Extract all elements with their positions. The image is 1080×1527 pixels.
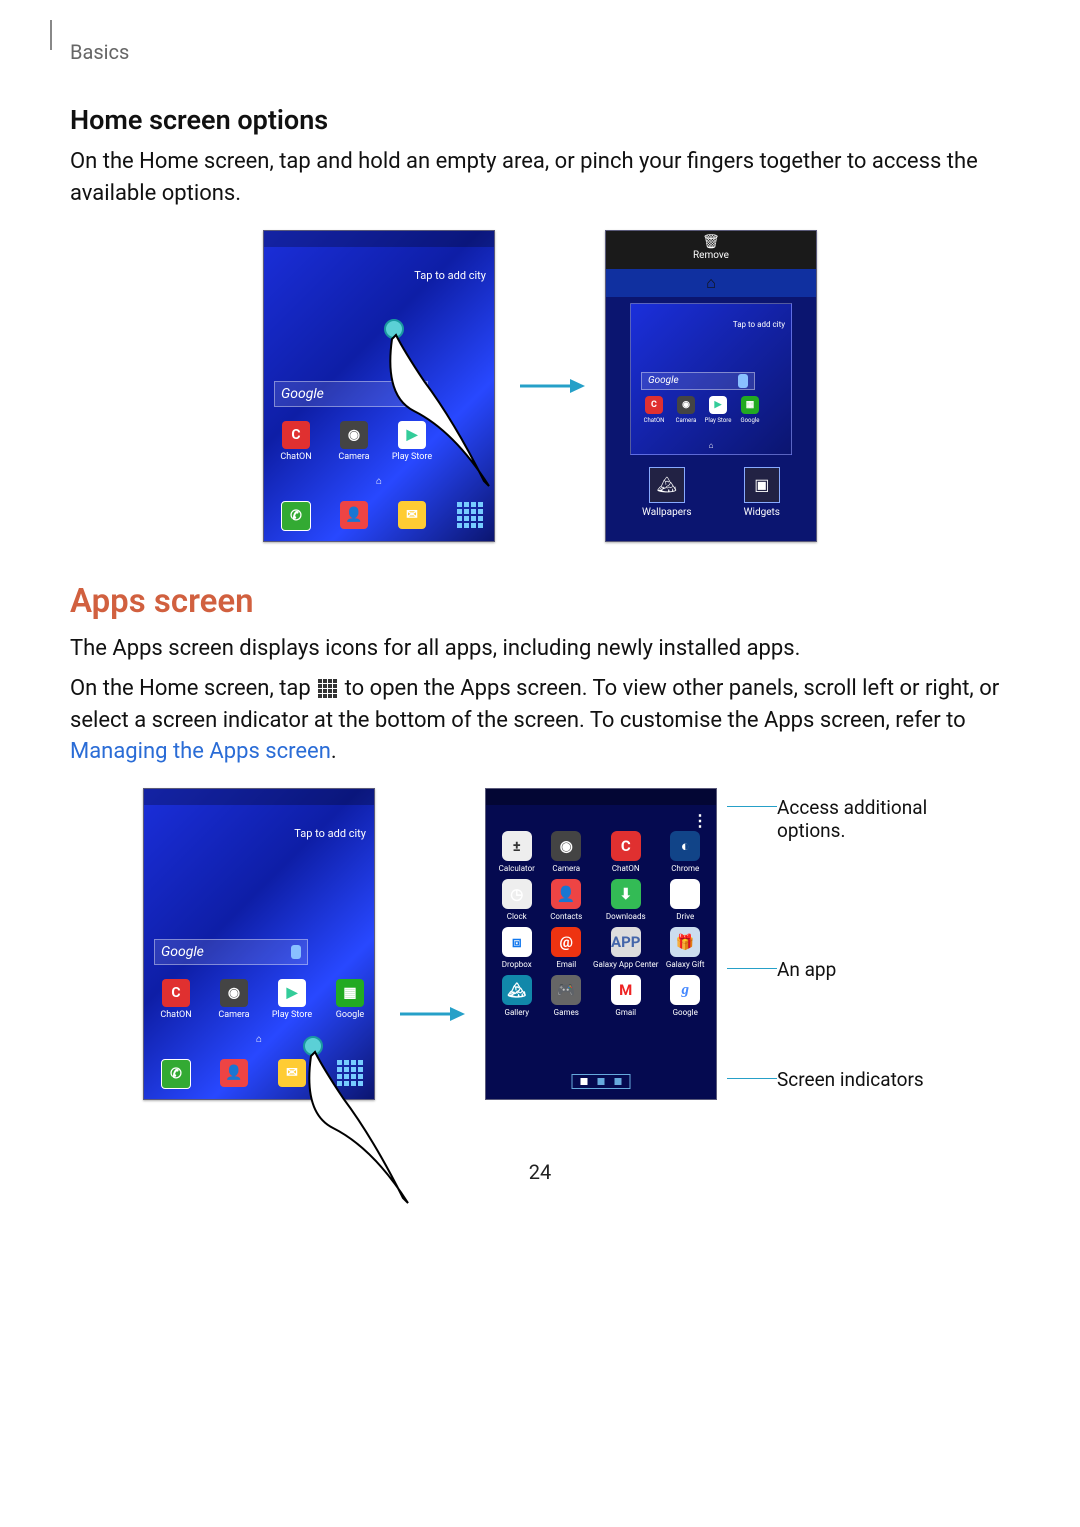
app-clock: ◷Clock bbox=[494, 879, 540, 921]
app-camera3: ◉Camera bbox=[544, 831, 590, 873]
dock-apps bbox=[448, 501, 492, 531]
app-drive: ▲Drive bbox=[662, 879, 708, 921]
app-gmail: MGmail bbox=[593, 975, 658, 1017]
app-chaton: CChatON bbox=[274, 421, 318, 462]
menu-dots-icon: ⋮ bbox=[692, 811, 708, 830]
section-apps-p1: The Apps screen displays icons for all a… bbox=[70, 633, 1010, 665]
app-playstore2: ▶Play Store bbox=[270, 979, 314, 1020]
section-apps-p2: On the Home screen, tap to open the Apps… bbox=[70, 673, 1010, 769]
dock-phone: ✆ bbox=[274, 501, 318, 531]
phone-home-left2: Tap to add city Google CChatON ◉Camera ▶… bbox=[143, 788, 375, 1100]
app-downloads: ⬇Downloads bbox=[593, 879, 658, 921]
app-contacts3: 👤Contacts bbox=[544, 879, 590, 921]
app-camera: ◉Camera bbox=[332, 421, 376, 462]
google-search-box2: Google bbox=[154, 939, 308, 965]
dock-contacts2: 👤 bbox=[212, 1059, 256, 1089]
arrow-icon2 bbox=[395, 999, 465, 1029]
app-chrome: ◐Chrome bbox=[662, 831, 708, 873]
wallpapers-option: 🏔Wallpapers bbox=[642, 467, 692, 518]
app-google3: gGoogle bbox=[662, 975, 708, 1017]
app-playstore: ▶Play Store bbox=[390, 421, 434, 462]
app-chaton3: CChatON bbox=[593, 831, 658, 873]
phone-home-left: Tap to add city Google CChatON ◉Camera ▶… bbox=[263, 230, 495, 542]
section-home-options-body: On the Home screen, tap and hold an empt… bbox=[70, 146, 1010, 210]
phone-home-edit: 🗑Remove ⌂ Tap to add city Google CChatON… bbox=[605, 230, 817, 542]
widgets-icon: ▣ bbox=[744, 467, 780, 503]
app-camera2: ◉Camera bbox=[212, 979, 256, 1020]
widgets-option: ▣Widgets bbox=[744, 467, 780, 518]
app-google2: ▦Google bbox=[328, 979, 372, 1020]
wallpapers-icon: 🏔 bbox=[649, 467, 685, 503]
home-indicator-icon: ⌂ bbox=[376, 476, 382, 487]
home-icon-row: ⌂ bbox=[606, 269, 816, 297]
section-apps-title: Apps screen bbox=[70, 582, 1010, 621]
app-games: 🎮Games bbox=[544, 975, 590, 1017]
chapter-label: Basics bbox=[70, 40, 1010, 64]
section-home-options-title: Home screen options bbox=[70, 104, 1010, 136]
app-dropbox: ⧈Dropbox bbox=[494, 927, 540, 969]
page-number: 24 bbox=[70, 1160, 1010, 1184]
dock-messages: ✉ bbox=[390, 501, 434, 531]
app-chaton2: CChatON bbox=[154, 979, 198, 1020]
tap-add-city-label: Tap to add city bbox=[414, 269, 486, 282]
callout-options: Access additional options. bbox=[777, 796, 937, 842]
app-galaxyapp: APPGalaxy App Center bbox=[593, 927, 658, 969]
app-email: @Email bbox=[544, 927, 590, 969]
dock-phone2: ✆ bbox=[154, 1059, 198, 1089]
remove-area: 🗑Remove bbox=[606, 231, 816, 269]
figure-apps-screen: Tap to add city Google CChatON ◉Camera ▶… bbox=[70, 788, 1010, 1100]
app-gallery: 🏔Gallery bbox=[494, 975, 540, 1017]
tap-add-city-label2: Tap to add city bbox=[294, 827, 366, 840]
google-search-box: Google bbox=[274, 381, 428, 407]
home-indicator-icon2: ⌂ bbox=[256, 1034, 262, 1045]
figure-home-options: Tap to add city Google CChatON ◉Camera ▶… bbox=[70, 230, 1010, 542]
dock-apps2 bbox=[328, 1059, 372, 1089]
home-thumbnail: Tap to add city Google CChatON ◉Camera ▶… bbox=[630, 303, 792, 455]
callout-indicators: Screen indicators bbox=[777, 1068, 924, 1091]
phone-apps: ⋮ ±Calculator ◉Camera CChatON ◐Chrome ◷C… bbox=[485, 788, 717, 1100]
managing-apps-link[interactable]: Managing the Apps screen bbox=[70, 739, 331, 764]
trash-icon: 🗑 bbox=[606, 234, 816, 250]
apps-grid-icon bbox=[318, 679, 337, 698]
dock-messages2: ✉ bbox=[270, 1059, 314, 1089]
arrow-icon bbox=[515, 371, 585, 401]
app-galaxygift: 🎁Galaxy Gift bbox=[662, 927, 708, 969]
dock-contacts: 👤 bbox=[332, 501, 376, 531]
screen-indicators bbox=[572, 1074, 631, 1089]
app-calculator: ±Calculator bbox=[494, 831, 540, 873]
callout-app: An app bbox=[777, 958, 836, 981]
